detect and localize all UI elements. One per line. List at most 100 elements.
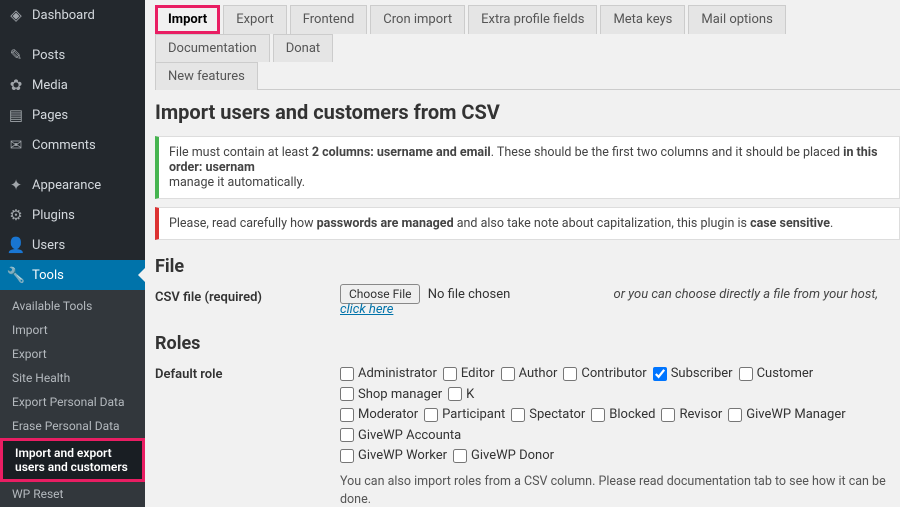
notice-passwords: Please, read carefully how passwords are…: [155, 207, 900, 240]
role-label: Author: [519, 366, 558, 381]
notice-text: File must contain at least: [169, 145, 312, 160]
appearance-icon: ✦: [6, 176, 26, 194]
role-option-blocked[interactable]: Blocked: [591, 407, 655, 422]
file-hint: or you can choose directly a file from y…: [340, 287, 878, 317]
role-checkbox[interactable]: [340, 367, 354, 381]
tab-frontend[interactable]: Frontend: [290, 5, 368, 34]
role-label: Contributor: [581, 366, 646, 381]
role-label: GiveWP Worker: [358, 448, 447, 463]
hint-text: or you can choose directly a file from y…: [614, 287, 878, 302]
role-label: Customer: [757, 366, 814, 381]
role-checkbox[interactable]: [340, 387, 354, 401]
tab-documentation[interactable]: Documentation: [155, 34, 270, 62]
sub-site-health[interactable]: Site Health: [0, 366, 145, 390]
sidebar-submenu: Available Tools Import Export Site Healt…: [0, 290, 145, 507]
csv-file-label: CSV file (required): [155, 287, 340, 305]
role-option-givewp-worker[interactable]: GiveWP Worker: [340, 448, 447, 463]
sub-export-personal-data[interactable]: Export Personal Data: [0, 390, 145, 414]
role-checkbox[interactable]: [739, 367, 753, 381]
sidebar-item-label: Tools: [32, 268, 64, 283]
sidebar-item-posts[interactable]: ✎ Posts: [0, 40, 145, 70]
role-checkbox[interactable]: [340, 408, 354, 422]
tab-extra-profile-fields[interactable]: Extra profile fields: [468, 5, 597, 34]
help-text-line: You can also import roles from a CSV col…: [340, 474, 886, 507]
role-option-author[interactable]: Author: [501, 366, 558, 381]
comments-icon: ✉: [6, 136, 26, 154]
role-option-shop-manager[interactable]: Shop manager: [340, 387, 442, 402]
sidebar-item-comments[interactable]: ✉ Comments: [0, 130, 145, 160]
section-roles-heading: Roles: [155, 333, 900, 354]
role-checkbox[interactable]: [453, 449, 467, 463]
role-checkbox[interactable]: [661, 408, 675, 422]
tab-export[interactable]: Export: [223, 5, 287, 34]
role-option-administrator[interactable]: Administrator: [340, 366, 437, 381]
role-option-moderator[interactable]: Moderator: [340, 407, 418, 422]
tab-mail-options[interactable]: Mail options: [688, 5, 785, 34]
notice-text: .: [830, 216, 833, 231]
tab-cron-import[interactable]: Cron import: [370, 5, 465, 34]
roles-help-text: You can also import roles from a CSV col…: [340, 473, 900, 507]
plugins-icon: ⚙: [6, 206, 26, 224]
sidebar-item-label: Users: [32, 238, 65, 253]
page-title: Import users and customers from CSV: [155, 100, 900, 124]
role-checkbox[interactable]: [728, 408, 742, 422]
dashboard-icon: ◈: [6, 6, 26, 24]
pages-icon: ▤: [6, 106, 26, 124]
media-icon: ✿: [6, 76, 26, 94]
role-checkbox[interactable]: [340, 428, 354, 442]
role-option-givewp-donor[interactable]: GiveWP Donor: [453, 448, 554, 463]
sidebar-item-users[interactable]: 👤 Users: [0, 230, 145, 260]
roles-row: Default role AdministratorEditorAuthorCo…: [155, 364, 900, 467]
sidebar-item-plugins[interactable]: ⚙ Plugins: [0, 200, 145, 230]
role-checkbox[interactable]: [563, 367, 577, 381]
sub-import[interactable]: Import: [0, 318, 145, 342]
tab-new-features[interactable]: New features: [155, 62, 258, 90]
sidebar-item-label: Pages: [32, 108, 68, 123]
role-label: Spectator: [529, 407, 585, 422]
notice-bold: 2 columns: username and email: [312, 145, 491, 160]
role-option-k[interactable]: K: [448, 387, 474, 402]
role-checkbox[interactable]: [501, 367, 515, 381]
notice-text: and also take note about capitalization,…: [454, 216, 750, 231]
pin-icon: ✎: [6, 46, 26, 64]
role-option-participant[interactable]: Participant: [424, 407, 505, 422]
role-option-givewp-accounta[interactable]: GiveWP Accounta: [340, 428, 461, 443]
role-option-subscriber[interactable]: Subscriber: [653, 366, 733, 381]
role-option-editor[interactable]: Editor: [443, 366, 495, 381]
role-option-revisor[interactable]: Revisor: [661, 407, 722, 422]
role-checkbox[interactable]: [511, 408, 525, 422]
section-file-heading: File: [155, 256, 900, 277]
sidebar-item-media[interactable]: ✿ Media: [0, 70, 145, 100]
sidebar-item-tools[interactable]: 🔧 Tools: [0, 260, 145, 290]
role-checkbox[interactable]: [448, 387, 462, 401]
role-checkbox[interactable]: [424, 408, 438, 422]
tab-import[interactable]: Import: [155, 5, 220, 34]
click-here-link[interactable]: click here: [340, 302, 393, 317]
role-option-spectator[interactable]: Spectator: [511, 407, 585, 422]
sub-available-tools[interactable]: Available Tools: [0, 294, 145, 318]
choose-file-button[interactable]: Choose File: [340, 284, 420, 304]
sidebar-item-appearance[interactable]: ✦ Appearance: [0, 170, 145, 200]
role-option-givewp-manager[interactable]: GiveWP Manager: [728, 407, 845, 422]
role-checkbox[interactable]: [653, 367, 667, 381]
sidebar-item-pages[interactable]: ▤ Pages: [0, 100, 145, 130]
tab-donate[interactable]: Donat: [273, 34, 333, 62]
role-label: Participant: [442, 407, 505, 422]
sub-erase-personal-data[interactable]: Erase Personal Data: [0, 414, 145, 438]
role-checkbox[interactable]: [340, 449, 354, 463]
sub-wp-reset[interactable]: WP Reset: [0, 482, 145, 506]
notice-bold: passwords are managed: [317, 216, 454, 231]
role-checkbox[interactable]: [443, 367, 457, 381]
sub-export[interactable]: Export: [0, 342, 145, 366]
role-label: Blocked: [609, 407, 655, 422]
sidebar-item-label: Appearance: [32, 178, 101, 193]
main-content: Import Export Frontend Cron import Extra…: [145, 0, 900, 507]
role-checkbox[interactable]: [591, 408, 605, 422]
role-option-customer[interactable]: Customer: [739, 366, 814, 381]
sidebar-item-label: Media: [32, 78, 68, 93]
role-option-contributor[interactable]: Contributor: [563, 366, 646, 381]
sidebar-item-dashboard[interactable]: ◈ Dashboard: [0, 0, 145, 30]
tab-meta-keys[interactable]: Meta keys: [600, 5, 685, 34]
users-icon: 👤: [6, 236, 26, 254]
sub-import-export-users-customers[interactable]: Import and export users and customers: [0, 438, 145, 482]
